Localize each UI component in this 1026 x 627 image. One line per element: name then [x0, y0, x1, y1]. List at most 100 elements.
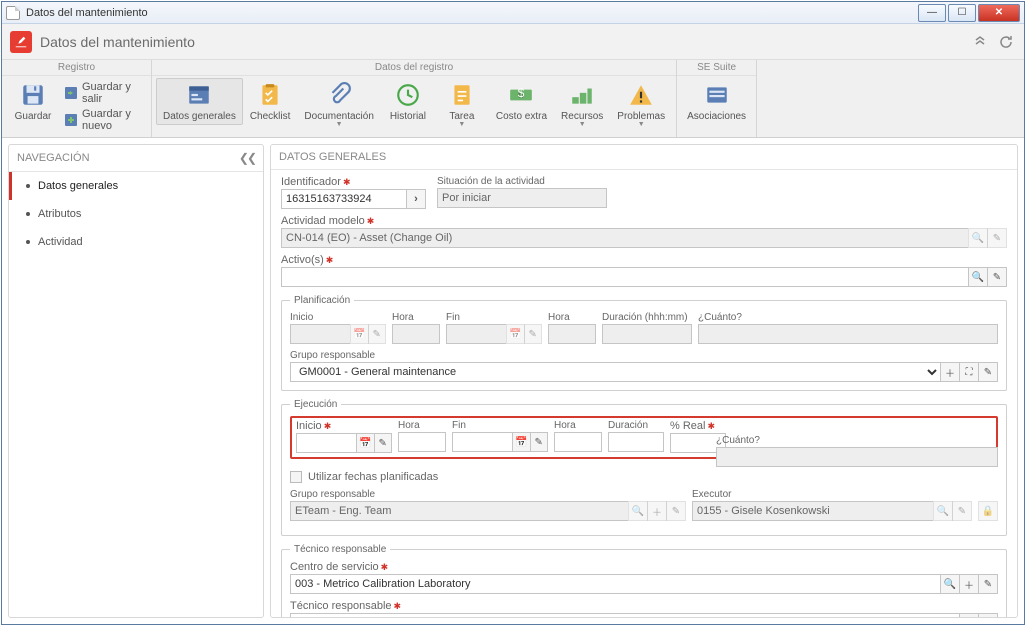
- executor-input: [692, 501, 933, 521]
- chevron-down-icon: ▼: [336, 122, 343, 128]
- centro-input[interactable]: [290, 574, 940, 594]
- required-icon: ✱: [326, 255, 334, 266]
- actividad-search-button: 🔍: [968, 228, 988, 248]
- identificador-next-button[interactable]: ›: [406, 189, 426, 209]
- tab-historial[interactable]: Historial: [381, 78, 435, 125]
- calendar-icon: 📅: [350, 324, 369, 344]
- clear-icon[interactable]: ✎: [978, 574, 998, 594]
- situacion-input: [437, 188, 607, 208]
- add-icon[interactable]: ＋: [959, 574, 979, 594]
- exec-cuanto-input: [716, 447, 998, 467]
- exec-grupo-input: [290, 501, 628, 521]
- window-close-button[interactable]: ✕: [978, 4, 1020, 22]
- required-icon: ✱: [394, 601, 402, 612]
- save-exit-button[interactable]: Guardar y salir: [60, 80, 147, 106]
- plan-cuanto-input: [698, 324, 998, 344]
- activos-search-button[interactable]: 🔍: [968, 267, 988, 287]
- clear-icon: ✎: [666, 501, 686, 521]
- plan-grupo-add-button[interactable]: ＋: [940, 362, 960, 382]
- add-icon: ＋: [647, 501, 667, 521]
- plan-grupo-clear-button[interactable]: ✎: [978, 362, 998, 382]
- tab-checklist[interactable]: Checklist: [243, 78, 298, 125]
- collapse-up-icon[interactable]: [970, 32, 990, 52]
- nav-header: NAVEGACIÓN: [17, 152, 90, 164]
- plan-duracion-input: [602, 324, 692, 344]
- clear-icon[interactable]: ✎: [978, 613, 998, 618]
- nav-datos-generales[interactable]: Datos generales: [9, 172, 263, 200]
- save-exit-icon: [64, 85, 78, 101]
- identificador-input[interactable]: [281, 189, 406, 209]
- refresh-icon[interactable]: [996, 32, 1016, 52]
- resources-icon: [568, 81, 596, 109]
- attachment-icon: [325, 81, 353, 109]
- plan-hora2-input: [548, 324, 596, 344]
- plan-fin-input: [446, 324, 506, 344]
- main-header: DATOS GENERALES: [279, 151, 386, 163]
- ribbon-group-label: Datos del registro: [152, 60, 676, 76]
- window-title: Datos del mantenimiento: [26, 7, 918, 19]
- search-icon[interactable]: 🔍: [940, 574, 960, 594]
- history-icon: [394, 81, 422, 109]
- tab-asociaciones[interactable]: Asociaciones: [681, 78, 752, 125]
- tab-tarea[interactable]: Tarea ▼: [435, 78, 489, 131]
- clear-icon: ✎: [952, 501, 972, 521]
- app-header: Datos del mantenimiento: [2, 24, 1024, 60]
- lock-icon: 🔒: [978, 501, 998, 521]
- plan-inicio-input: [290, 324, 350, 344]
- actividad-clear-button: ✎: [987, 228, 1007, 248]
- calendar-icon: 📅: [506, 324, 525, 344]
- app-logo-icon: [10, 31, 32, 53]
- search-icon[interactable]: 🔍: [959, 613, 979, 618]
- ribbon-toolbar: Registro Guardar Guardar y salir Guardar…: [2, 60, 1024, 138]
- required-icon: ✱: [324, 421, 332, 432]
- plan-hora1-input: [392, 324, 440, 344]
- tab-problemas[interactable]: Problemas ▼: [610, 78, 672, 131]
- plan-grupo-tree-button[interactable]: ⛶: [959, 362, 979, 382]
- chevron-down-icon: ▼: [638, 122, 645, 128]
- required-icon: ✱: [367, 216, 375, 227]
- tab-datos-generales[interactable]: Datos generales: [156, 78, 243, 125]
- clear-icon: ✎: [524, 324, 543, 344]
- window-minimize-button[interactable]: —: [918, 4, 946, 22]
- window-maximize-button[interactable]: ☐: [948, 4, 976, 22]
- chevron-down-icon: ▼: [579, 122, 586, 128]
- window-titlebar: Datos del mantenimiento — ☐ ✕: [2, 2, 1024, 24]
- ejecucion-fieldset: Ejecución Inicio✱ 📅✎ Hora Fin 📅✎ Hora Du…: [281, 399, 1007, 536]
- app-title: Datos del mantenimiento: [40, 34, 964, 50]
- tecnico-fieldset: Técnico responsable Centro de servicio✱ …: [281, 544, 1007, 618]
- search-icon: 🔍: [628, 501, 648, 521]
- required-icon: ✱: [343, 177, 351, 188]
- tab-recursos[interactable]: Recursos ▼: [554, 78, 610, 131]
- link-icon: [703, 81, 731, 109]
- chevron-down-icon: ▼: [458, 122, 465, 128]
- search-icon: 🔍: [933, 501, 953, 521]
- fechas-planificadas-checkbox[interactable]: Utilizar fechas planificadas: [290, 471, 998, 483]
- nav-collapse-button[interactable]: ❮❮: [239, 151, 255, 165]
- plan-grupo-select[interactable]: GM0001 - General maintenance: [290, 362, 940, 382]
- nav-panel: NAVEGACIÓN ❮❮ Datos generales Atributos …: [8, 144, 264, 618]
- tab-costo-extra[interactable]: $ Costo extra: [489, 78, 554, 125]
- save-new-button[interactable]: Guardar y nuevo: [60, 107, 147, 133]
- form-icon: [185, 81, 213, 109]
- save-new-icon: [64, 112, 78, 128]
- required-icon: ✱: [707, 421, 715, 432]
- main-panel: DATOS GENERALES Identificador✱ › Situaci…: [270, 144, 1018, 618]
- document-icon: [6, 6, 20, 20]
- planificacion-fieldset: Planificación Inicio 📅✎ Hora Fin 📅✎ Hora…: [281, 295, 1007, 391]
- nav-atributos[interactable]: Atributos: [9, 200, 263, 228]
- tab-documentacion[interactable]: Documentación ▼: [297, 78, 380, 131]
- save-button[interactable]: Guardar: [6, 78, 60, 125]
- tecnico-input[interactable]: [290, 613, 959, 618]
- activos-clear-button[interactable]: ✎: [987, 267, 1007, 287]
- task-icon: [448, 81, 476, 109]
- checklist-icon: [256, 81, 284, 109]
- clear-icon: ✎: [368, 324, 387, 344]
- warning-icon: [627, 81, 655, 109]
- ribbon-group-label: SE Suite: [677, 60, 756, 76]
- nav-actividad[interactable]: Actividad: [9, 228, 263, 256]
- required-icon: ✱: [381, 562, 389, 573]
- activos-input[interactable]: [281, 267, 968, 287]
- ribbon-group-label: Registro: [2, 60, 151, 76]
- actividad-modelo-input: [281, 228, 968, 248]
- svg-text:$: $: [518, 86, 525, 100]
